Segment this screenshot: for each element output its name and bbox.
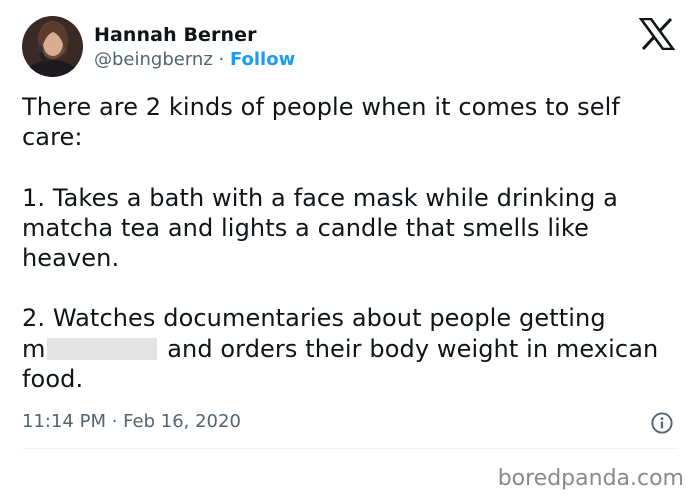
author-display-name[interactable]: Hannah Berner bbox=[94, 24, 257, 46]
tweet-text-line: care: bbox=[22, 123, 83, 152]
tweet-text-fragment: m bbox=[22, 334, 46, 363]
tweet-card: Hannah Berner @beingbernz · Follow There… bbox=[0, 0, 700, 460]
tweet-text-line: 2. Watches documentaries about people ge… bbox=[22, 304, 606, 333]
info-icon[interactable] bbox=[651, 412, 673, 434]
tweet-text-line: heaven. bbox=[22, 244, 120, 272]
handle-separator: · bbox=[212, 49, 230, 70]
x-logo-icon[interactable] bbox=[638, 17, 676, 51]
tweet-timestamp[interactable]: 11:14 PM · Feb 16, 2020 bbox=[22, 411, 241, 432]
author-handle[interactable]: @beingbernz bbox=[94, 49, 213, 70]
watermark: boredpanda.com bbox=[497, 466, 684, 491]
tweet-text-line: m and orders their body weight in mexica… bbox=[22, 334, 682, 364]
tweet-text-line: There are 2 kinds of people when it come… bbox=[22, 93, 620, 121]
avatar-photo bbox=[22, 16, 83, 77]
follow-button[interactable]: Follow bbox=[230, 49, 295, 70]
avatar[interactable] bbox=[22, 16, 83, 77]
tweet-text-line: matcha tea and lights a candle that smel… bbox=[22, 213, 589, 242]
tweet-text-line: food. bbox=[22, 364, 84, 393]
author-handle-row: @beingbernz · Follow bbox=[94, 49, 295, 70]
tweet-text-fragment: and orders their body weight in mexican bbox=[159, 334, 659, 363]
card-divider bbox=[22, 448, 678, 449]
redaction-box bbox=[47, 337, 158, 360]
tweet-text: There are 2 kinds of people when it come… bbox=[22, 92, 682, 394]
tweet-text-line: 1. Takes a bath with a face mask while d… bbox=[22, 183, 618, 212]
